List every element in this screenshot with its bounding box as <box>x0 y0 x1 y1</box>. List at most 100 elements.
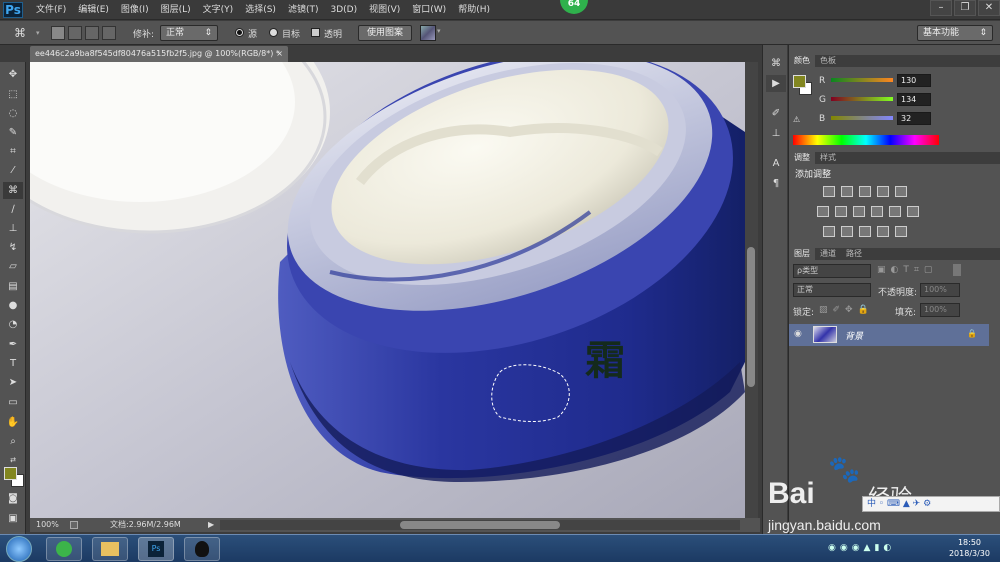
menu-file[interactable]: 文件(F) <box>30 0 72 20</box>
export-icon[interactable] <box>70 521 78 529</box>
menu-image[interactable]: 图像(I) <box>115 0 155 20</box>
type-tool-icon[interactable]: T <box>3 355 23 372</box>
stamp-tool-icon[interactable]: ⊥ <box>3 220 23 237</box>
color-spectrum-bar[interactable] <box>793 135 939 145</box>
document-canvas[interactable]: 霜 <box>30 62 745 518</box>
dodge-tool-icon[interactable]: ◔ <box>3 316 23 333</box>
tab-channels[interactable]: 通道 <box>815 248 841 260</box>
intersect-selection-icon[interactable] <box>102 26 116 40</box>
menu-type[interactable]: 文字(Y) <box>197 0 240 20</box>
tool-preset-arrow-icon[interactable]: ▾ <box>36 29 40 37</box>
tab-paths[interactable]: 路径 <box>841 248 867 260</box>
minimize-icon[interactable]: – <box>930 0 952 16</box>
posterize-icon[interactable] <box>841 226 853 237</box>
vibrance-icon[interactable] <box>895 186 907 197</box>
exposure-icon[interactable] <box>877 186 889 197</box>
clone-source-icon[interactable]: ⊥ <box>766 125 786 142</box>
menu-layer[interactable]: 图层(L) <box>155 0 197 20</box>
blur-tool-icon[interactable]: ● <box>3 297 23 314</box>
marquee-tool-icon[interactable]: ⬚ <box>3 86 23 103</box>
menu-3d[interactable]: 3D(D) <box>324 0 363 20</box>
blend-mode-select[interactable]: 正常 <box>793 283 871 297</box>
photo-filter-icon[interactable] <box>871 206 883 217</box>
layer-filter-icons[interactable]: ▣◐T⌗▢ <box>877 265 937 275</box>
photoshop-taskbar-icon[interactable]: Ps <box>138 537 174 561</box>
shape-tool-icon[interactable]: ▭ <box>3 394 23 411</box>
perf-badge[interactable]: 64 <box>560 0 588 14</box>
hue-saturation-icon[interactable] <box>817 206 829 217</box>
add-selection-icon[interactable] <box>68 26 82 40</box>
layer-row-background[interactable]: ◉ 背景 🔒 <box>789 324 989 346</box>
start-button-icon[interactable] <box>6 536 32 562</box>
menu-window[interactable]: 窗口(W) <box>406 0 452 20</box>
zoom-level[interactable]: 100% <box>36 518 59 532</box>
crop-tool-icon[interactable]: ⌗ <box>3 143 23 160</box>
close-icon[interactable]: ✕ <box>978 0 1000 16</box>
gradient-tool-icon[interactable]: ▤ <box>3 278 23 295</box>
quick-mask-icon[interactable]: ◙ <box>3 490 23 507</box>
hand-tool-icon[interactable]: ✋ <box>3 414 23 431</box>
zoom-tool-icon[interactable]: ⌕ <box>3 433 23 450</box>
visibility-eye-icon[interactable]: ◉ <box>794 329 802 339</box>
explorer-taskbar-icon[interactable] <box>92 537 128 561</box>
fill-input[interactable]: 100% <box>920 303 960 317</box>
patch-mode-select[interactable]: 正常 ⇕ <box>160 25 218 41</box>
qq-taskbar-icon[interactable] <box>184 537 220 561</box>
source-radio[interactable] <box>235 28 244 37</box>
menu-help[interactable]: 帮助(H) <box>452 0 496 20</box>
quick-select-tool-icon[interactable]: ✎ <box>3 124 23 141</box>
black-white-icon[interactable] <box>853 206 865 217</box>
gradient-map-icon[interactable] <box>895 226 907 237</box>
gamut-warning-icon[interactable]: ⚠ <box>793 115 800 124</box>
new-selection-icon[interactable] <box>51 26 65 40</box>
channel-b-value[interactable]: 32 <box>897 112 931 125</box>
tab-styles[interactable]: 样式 <box>815 152 841 164</box>
selective-color-icon[interactable] <box>877 226 889 237</box>
restore-icon[interactable]: ❐ <box>954 0 976 16</box>
pattern-swatch-icon[interactable] <box>420 25 436 41</box>
channel-r-value[interactable]: 130 <box>897 74 931 87</box>
brush-panel-icon[interactable]: ✐ <box>766 105 786 122</box>
threshold-icon[interactable] <box>859 226 871 237</box>
eraser-tool-icon[interactable]: ▱ <box>3 258 23 275</box>
path-select-tool-icon[interactable]: ➤ <box>3 374 23 391</box>
clock[interactable]: 18:50 2018/3/30 <box>949 537 990 559</box>
channel-mixer-icon[interactable] <box>889 206 901 217</box>
lasso-tool-icon[interactable]: ◌ <box>3 105 23 122</box>
history-panel-icon[interactable]: ⌘ <box>766 55 786 72</box>
brightness-icon[interactable] <box>823 186 835 197</box>
layer-name[interactable]: 背景 <box>845 329 863 342</box>
color-balance-icon[interactable] <box>835 206 847 217</box>
tab-adjustments[interactable]: 调整 <box>789 152 815 164</box>
invert-icon[interactable] <box>823 226 835 237</box>
close-tab-icon[interactable]: × <box>276 46 283 62</box>
patch-tool-icon[interactable]: ⌘ <box>14 25 34 41</box>
filter-toggle-icon[interactable] <box>953 264 961 276</box>
workspace-select[interactable]: 基本功能 ⇕ <box>917 25 993 41</box>
move-tool-icon[interactable]: ✥ <box>3 66 23 83</box>
browser-taskbar-icon[interactable] <box>46 537 82 561</box>
eyedropper-tool-icon[interactable]: ⁄ <box>3 162 23 179</box>
screen-mode-icon[interactable]: ▣ <box>3 510 23 527</box>
lock-icons[interactable]: ▨✐✥🔒 <box>819 305 874 315</box>
document-tab[interactable]: ee446c2a9ba8f545df80476a515fb2f5.jpg @ 1… <box>30 46 288 62</box>
layer-filter-select[interactable]: ρ类型 <box>793 264 871 278</box>
channel-r-slider[interactable] <box>831 78 893 82</box>
pattern-dropdown-icon[interactable]: ▾ <box>437 27 441 35</box>
paragraph-panel-icon[interactable]: ¶ <box>766 175 786 192</box>
character-panel-icon[interactable]: A <box>766 155 786 172</box>
tray-icons[interactable]: ◉◉◉▲▮◐ <box>828 543 895 553</box>
channel-b-slider[interactable] <box>831 116 893 120</box>
opacity-input[interactable]: 100% <box>920 283 960 297</box>
channel-g-value[interactable]: 134 <box>897 93 931 106</box>
menu-select[interactable]: 选择(S) <box>239 0 282 20</box>
curves-icon[interactable] <box>859 186 871 197</box>
tab-swatches[interactable]: 色板 <box>815 55 841 67</box>
actions-panel-icon[interactable]: ▶ <box>766 75 786 92</box>
tab-color[interactable]: 颜色 <box>789 55 815 67</box>
levels-icon[interactable] <box>841 186 853 197</box>
pen-tool-icon[interactable]: ✒ <box>3 336 23 353</box>
use-pattern-button[interactable]: 使用图案 <box>358 25 412 41</box>
menu-view[interactable]: 视图(V) <box>363 0 406 20</box>
channel-g-slider[interactable] <box>831 97 893 101</box>
